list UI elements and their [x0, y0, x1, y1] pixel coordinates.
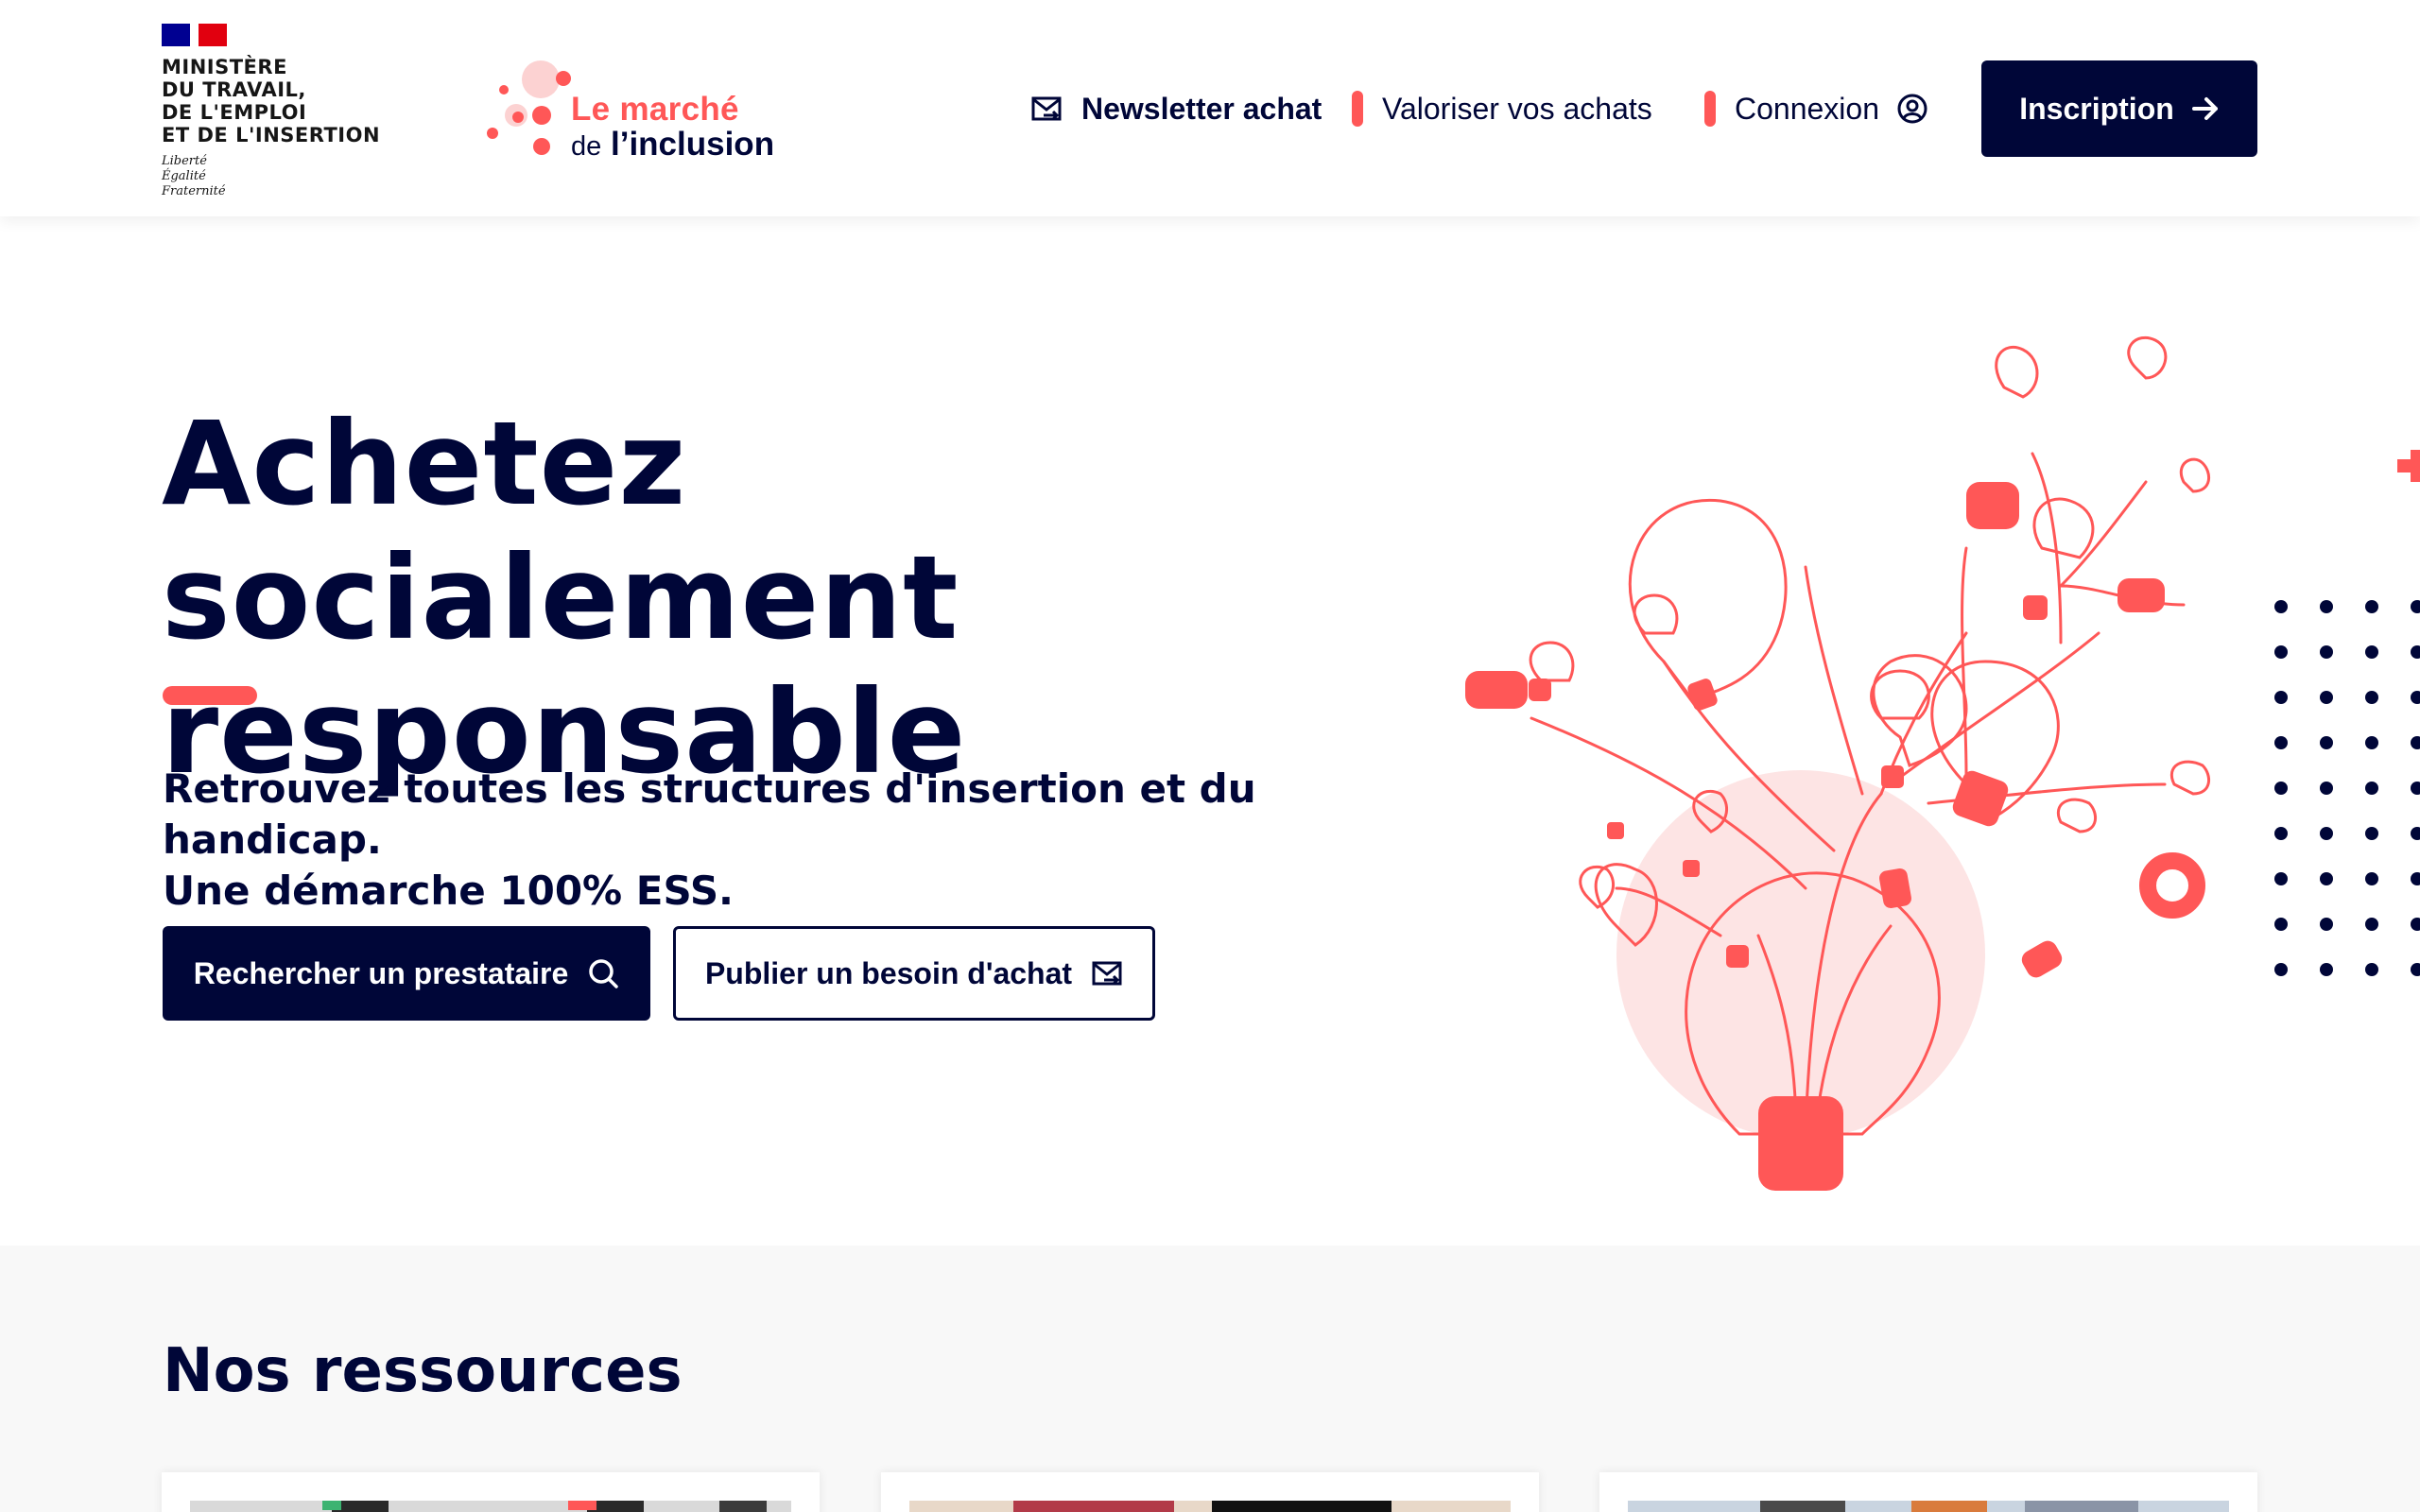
search-provider-label: Rechercher un prestataire	[193, 955, 569, 990]
lightbulb-illustration	[1465, 335, 2420, 1191]
nav-valoriser-link[interactable]: Valoriser vos achats	[1352, 60, 1652, 157]
inscription-label: Inscription	[2019, 91, 2174, 126]
resource-card-image	[190, 1501, 791, 1512]
resource-card[interactable]	[881, 1472, 1539, 1512]
nav-valoriser-label: Valoriser vos achats	[1382, 91, 1652, 126]
logo-text-top: Le marché	[571, 91, 739, 128]
publish-need-label: Publier un besoin d'achat	[704, 955, 1073, 990]
resource-card[interactable]	[162, 1472, 820, 1512]
resource-card-image	[909, 1501, 1511, 1512]
logo-text-de: de	[571, 131, 602, 162]
logo-text-bottom: de l’inclusion	[571, 126, 774, 163]
hero-subtitle: Retrouvez toutes les structures d'insert…	[163, 764, 1439, 917]
inscription-button[interactable]: Inscription	[1981, 60, 2257, 157]
arrow-right-icon	[2191, 97, 2218, 120]
nav-accent-bar	[1352, 91, 1363, 127]
marche-inclusion-logo[interactable]: Le marché de l’inclusion	[484, 59, 796, 163]
publish-need-button[interactable]: Publier un besoin d'achat	[673, 926, 1155, 1021]
ministry-name: MINISTÈRE DU TRAVAIL, DE L'EMPLOI ET DE …	[162, 56, 381, 146]
nav-newsletter-label: Newsletter achat	[1081, 91, 1322, 126]
mail-icon	[1092, 961, 1122, 986]
republic-motto: Liberté Égalité Fraternité	[162, 154, 226, 198]
hero-subtitle-line1: Retrouvez toutes les structures d'insert…	[163, 765, 1256, 863]
resources-title: Nos ressources	[163, 1336, 683, 1406]
hero-subtitle-line2: Une démarche 100% ESS.	[163, 868, 735, 914]
logo-text-inclusion: l’inclusion	[611, 126, 775, 163]
resource-card-image	[1628, 1501, 2229, 1512]
hero-title: Achetez socialement responsable	[162, 397, 1391, 799]
nav-connexion-label: Connexion	[1735, 91, 1879, 126]
dot-grid-decoration	[2274, 600, 2420, 976]
search-icon	[589, 959, 619, 988]
resources-section: Nos ressources	[0, 1246, 2420, 1512]
hero-title-line1: Achetez socialement	[162, 397, 959, 665]
nav-newsletter-link[interactable]: Newsletter achat	[1030, 60, 1322, 157]
logo-dots-icon	[487, 60, 571, 155]
ministry-logo[interactable]: MINISTÈRE DU TRAVAIL, DE L'EMPLOI ET DE …	[162, 24, 389, 199]
hero-accent-bar	[163, 686, 257, 705]
mail-icon	[1031, 96, 1062, 121]
search-provider-button[interactable]: Rechercher un prestataire	[163, 926, 650, 1021]
nav-accent-bar	[1704, 91, 1716, 127]
french-flag-icon	[162, 24, 389, 46]
site-header: MINISTÈRE DU TRAVAIL, DE L'EMPLOI ET DE …	[0, 0, 2420, 216]
nav-connexion-link[interactable]: Connexion	[1704, 60, 1928, 157]
resource-card[interactable]	[1599, 1472, 2257, 1512]
user-circle-icon	[1897, 94, 1927, 124]
